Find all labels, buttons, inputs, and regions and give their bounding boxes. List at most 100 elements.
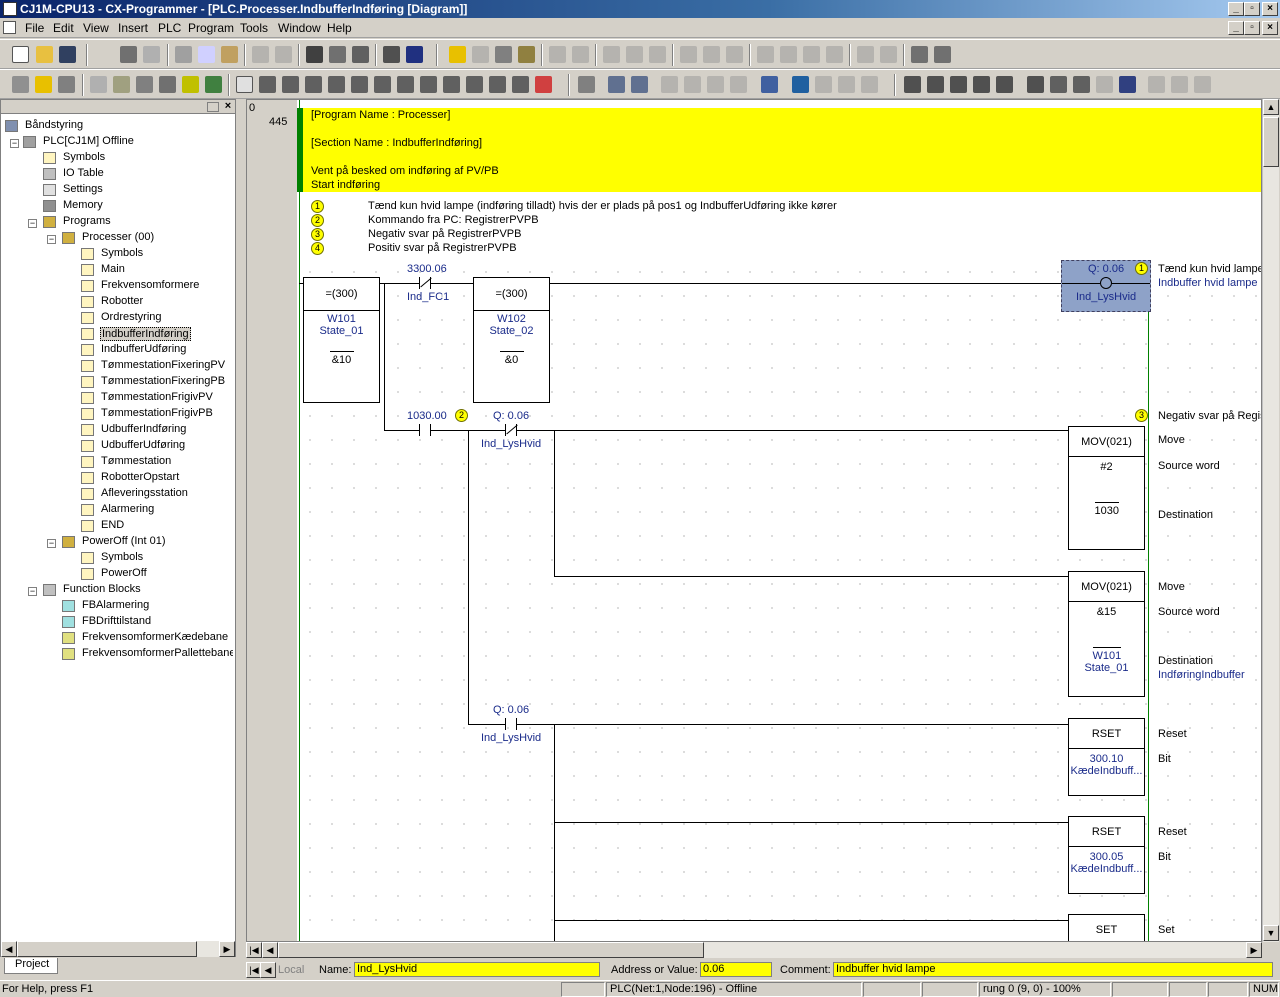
scroll-right-icon[interactable]: ▶: [1246, 942, 1262, 958]
new-closed-contact-icon[interactable]: [282, 76, 299, 93]
comment-field[interactable]: Indbuffer hvid lampe: [833, 962, 1273, 977]
address-field[interactable]: 0.06: [700, 962, 772, 977]
new-or-closed-contact-icon[interactable]: [328, 76, 345, 93]
io-comment-icon[interactable]: [761, 76, 778, 93]
contact-symbol[interactable]: Ind_LysHvid: [481, 732, 541, 744]
compare-icon[interactable]: [649, 46, 666, 63]
compare-block-2[interactable]: =(300) W102 State_02 &0: [473, 277, 550, 403]
open-icon[interactable]: [36, 46, 53, 63]
diagram-vscroll[interactable]: ▲ ▼: [1262, 99, 1279, 942]
set-value-icon[interactable]: [707, 76, 724, 93]
scroll-up-icon[interactable]: ▲: [1263, 99, 1279, 115]
mnemonic-view-icon[interactable]: [950, 76, 967, 93]
pause-icon[interactable]: [572, 46, 589, 63]
output-window-icon[interactable]: [861, 76, 878, 93]
new-plu-icon[interactable]: [466, 76, 483, 93]
expand-plc-icon[interactable]: −: [10, 139, 19, 148]
monitor-pause-icon[interactable]: [684, 76, 701, 93]
menu-program[interactable]: Program: [188, 21, 234, 35]
rung-comment-list-icon[interactable]: [136, 76, 153, 93]
cross-ref-report-icon[interactable]: [838, 76, 855, 93]
ladder-view-icon[interactable]: [927, 76, 944, 93]
tree-scroll-thumb[interactable]: [17, 941, 197, 957]
select-mode-icon[interactable]: [236, 76, 253, 93]
replace-icon[interactable]: [329, 46, 346, 63]
mdi-restore-button[interactable]: ▫: [1244, 21, 1260, 35]
upload-icon[interactable]: [608, 76, 625, 93]
document-icon[interactable]: [3, 21, 16, 34]
print-icon[interactable]: [120, 46, 137, 63]
compare-block-1[interactable]: =(300) W101 State_01 &10: [303, 277, 380, 403]
data-trace-icon[interactable]: [880, 46, 897, 63]
vscroll-thumb[interactable]: [1263, 117, 1279, 167]
scroll-left-icon[interactable]: ◀: [262, 942, 278, 958]
redo-icon[interactable]: [275, 46, 292, 63]
grid-icon[interactable]: [90, 76, 107, 93]
new-contact-icon[interactable]: [259, 76, 276, 93]
contact-symbol[interactable]: Ind_FC1: [407, 291, 449, 303]
zoom-out-icon[interactable]: [58, 76, 75, 93]
menu-tools[interactable]: Tools: [240, 21, 268, 35]
zoom-in-icon[interactable]: [35, 76, 52, 93]
plc-settings-icon[interactable]: [1050, 76, 1067, 93]
paste-icon[interactable]: [221, 46, 238, 63]
symbols-view-icon[interactable]: [996, 76, 1013, 93]
restore-button[interactable]: ▫: [1244, 2, 1260, 16]
find-icon[interactable]: [306, 46, 323, 63]
menu-plc[interactable]: PLC: [158, 21, 181, 35]
scroll-first-icon[interactable]: |◀: [246, 942, 262, 958]
new-function-block-icon[interactable]: [512, 76, 529, 93]
splitter[interactable]: [237, 99, 246, 957]
expand-programs-icon[interactable]: −: [28, 219, 37, 228]
set-reset-icon[interactable]: [730, 76, 747, 93]
download-icon[interactable]: [631, 76, 648, 93]
online-edit-cancel-icon[interactable]: [803, 46, 820, 63]
show-comments-icon[interactable]: [113, 76, 130, 93]
hex-display-icon[interactable]: [1194, 76, 1211, 93]
new-pld-icon[interactable]: [443, 76, 460, 93]
memory-card-icon[interactable]: [911, 46, 928, 63]
new-icon[interactable]: [12, 46, 29, 63]
diagram-hscroll[interactable]: |◀ ◀ ▶: [246, 942, 1262, 958]
online-edit-send-icon[interactable]: [780, 46, 797, 63]
menu-edit[interactable]: Edit: [53, 21, 74, 35]
clock-icon[interactable]: [1119, 76, 1136, 93]
io-table-icon[interactable]: [934, 46, 951, 63]
show-bookmarks-icon[interactable]: [159, 76, 176, 93]
new-instruction-icon[interactable]: [489, 76, 506, 93]
context-help-icon[interactable]: [406, 46, 423, 63]
expand-processer-icon[interactable]: −: [47, 235, 56, 244]
new-horizontal-icon[interactable]: [374, 76, 391, 93]
scroll-down-icon[interactable]: ▼: [1263, 925, 1279, 941]
panel-pin-icon[interactable]: [207, 102, 219, 112]
force-off-icon[interactable]: [703, 46, 720, 63]
io-table-view-icon[interactable]: [1027, 76, 1044, 93]
transfer-icon[interactable]: [578, 76, 595, 93]
warning-icon[interactable]: [449, 46, 466, 63]
memory-view-icon[interactable]: [1073, 76, 1090, 93]
print-preview-icon[interactable]: [143, 46, 160, 63]
mdi-minimize-button[interactable]: _: [1228, 21, 1244, 35]
zoom-to-fit-icon[interactable]: [12, 76, 29, 93]
set-instruction[interactable]: SET: [1068, 914, 1145, 941]
new-or-contact-icon[interactable]: [305, 76, 322, 93]
info-nav-prev-icon[interactable]: ◀: [260, 962, 276, 978]
rset-instruction-2[interactable]: RSET 300.05 KædeIndbuff...: [1068, 816, 1145, 894]
project-window-icon[interactable]: [904, 76, 921, 93]
new-coil-icon[interactable]: [397, 76, 414, 93]
monitor-toggle-icon[interactable]: [661, 76, 678, 93]
delete-icon[interactable]: [535, 76, 552, 93]
save-icon[interactable]: [59, 46, 76, 63]
mdi-close-button[interactable]: ×: [1262, 21, 1278, 35]
compile-icon[interactable]: [518, 46, 535, 63]
menu-view[interactable]: View: [83, 21, 109, 35]
ladder-diagram[interactable]: 0 445 [Program Name : Processer] [Sectio…: [246, 99, 1262, 942]
decimal-display-icon[interactable]: [1171, 76, 1188, 93]
menu-insert[interactable]: Insert: [118, 21, 148, 35]
transfer-from-plc-icon[interactable]: [626, 46, 643, 63]
close-button[interactable]: ×: [1262, 2, 1278, 16]
scroll-right-icon[interactable]: ▶: [219, 941, 235, 957]
binary-display-icon[interactable]: [1148, 76, 1165, 93]
st-view-icon[interactable]: [973, 76, 990, 93]
address-ref-icon[interactable]: [815, 76, 832, 93]
